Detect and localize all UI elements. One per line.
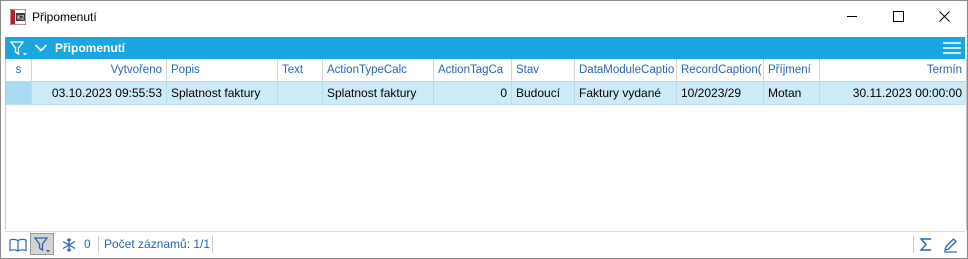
column-header-s[interactable]: s bbox=[6, 59, 32, 81]
window-title: Připomenutí bbox=[32, 10, 97, 24]
reminders-window: K2 Připomenutí Připomenutí s Vytvořeno P… bbox=[0, 0, 968, 259]
snowflake-icon bbox=[62, 237, 76, 252]
data-grid: s Vytvořeno Popis Text ActionTypeCalc Ac… bbox=[5, 59, 967, 230]
filter-icon bbox=[33, 237, 50, 253]
panel-title: Připomenutí bbox=[55, 41, 126, 55]
cell-datamodulecaption[interactable]: Faktury vydané bbox=[575, 82, 677, 104]
minimize-icon bbox=[846, 16, 857, 17]
grid-header: s Vytvořeno Popis Text ActionTypeCalc Ac… bbox=[6, 59, 966, 82]
title-bar: K2 Připomenutí bbox=[1, 1, 967, 32]
chevron-down-icon bbox=[34, 44, 48, 52]
record-count: Počet záznamů: 1/1 bbox=[104, 237, 211, 251]
sigma-icon bbox=[919, 238, 931, 251]
cell-recordcaption[interactable]: 10/2023/29 bbox=[677, 82, 764, 104]
row-indicator[interactable] bbox=[6, 82, 32, 104]
separator bbox=[98, 236, 99, 253]
cell-stav[interactable]: Budoucí bbox=[512, 82, 575, 104]
table-row[interactable]: 03.10.2023 09:55:53 Splatnost faktury Sp… bbox=[6, 82, 966, 105]
column-header-actiontagca[interactable]: ActionTagCa bbox=[434, 59, 512, 81]
cell-vytvoreno[interactable]: 03.10.2023 09:55:53 bbox=[32, 82, 167, 104]
filter-count: 0 bbox=[84, 237, 91, 251]
cell-text[interactable] bbox=[278, 82, 323, 104]
column-header-datamodulecaption[interactable]: DataModuleCaptio bbox=[575, 59, 677, 81]
hamburger-menu-icon bbox=[943, 42, 961, 54]
cell-termin[interactable]: 30.11.2023 00:00:00 bbox=[820, 82, 966, 104]
column-header-vytvoreno[interactable]: Vytvořeno bbox=[32, 59, 167, 81]
sum-button[interactable] bbox=[917, 236, 935, 253]
cell-actiontypecalc[interactable]: Splatnost faktury bbox=[323, 82, 434, 104]
book-icon bbox=[9, 238, 27, 251]
svg-text:K2: K2 bbox=[17, 15, 25, 22]
panel-header: Připomenutí bbox=[5, 37, 965, 59]
close-icon bbox=[938, 11, 950, 22]
column-header-stav[interactable]: Stav bbox=[512, 59, 575, 81]
cell-popis[interactable]: Splatnost faktury bbox=[167, 82, 278, 104]
app-icon: K2 bbox=[9, 8, 27, 26]
maximize-button[interactable] bbox=[875, 1, 921, 32]
cell-prijmeni[interactable]: Motan bbox=[764, 82, 820, 104]
filter-icon bbox=[9, 41, 27, 56]
filter-menu-button[interactable] bbox=[9, 40, 29, 57]
panel-menu-button[interactable] bbox=[942, 41, 962, 55]
maximize-icon bbox=[892, 11, 904, 22]
column-header-prijmeni[interactable]: Příjmení bbox=[764, 59, 820, 81]
column-header-text[interactable]: Text bbox=[278, 59, 323, 81]
minimize-button[interactable] bbox=[829, 1, 875, 32]
column-header-actiontypecalc[interactable]: ActionTypeCalc bbox=[323, 59, 434, 81]
freeze-button[interactable] bbox=[60, 236, 78, 253]
filter-toggle-button[interactable] bbox=[30, 233, 54, 255]
book-button[interactable] bbox=[9, 236, 27, 253]
column-header-termin[interactable]: Termín bbox=[820, 59, 966, 81]
close-button[interactable] bbox=[921, 1, 967, 32]
separator bbox=[913, 236, 914, 253]
cell-actiontagca[interactable]: 0 bbox=[434, 82, 512, 104]
pencil-icon bbox=[944, 237, 957, 253]
edit-button[interactable] bbox=[941, 236, 959, 253]
separator bbox=[212, 236, 213, 253]
column-header-recordcaption[interactable]: RecordCaption( bbox=[677, 59, 764, 81]
collapse-button[interactable] bbox=[34, 42, 48, 54]
status-bar: 0 Počet záznamů: 1/1 bbox=[5, 231, 965, 257]
column-header-popis[interactable]: Popis bbox=[167, 59, 278, 81]
